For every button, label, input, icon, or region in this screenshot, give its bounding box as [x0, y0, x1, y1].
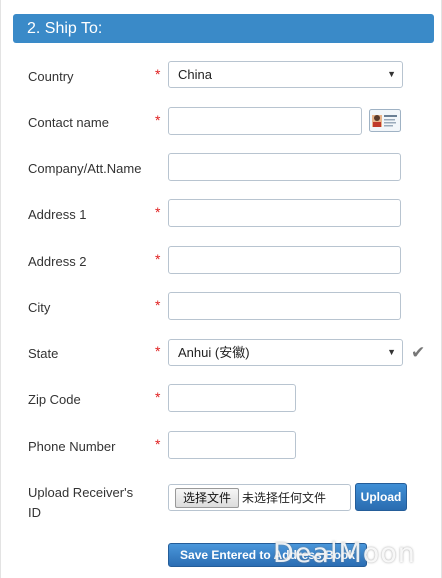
- chevron-down-icon: ▼: [387, 347, 396, 357]
- required-marker: *: [155, 297, 161, 313]
- file-input[interactable]: 选择文件 未选择任何文件: [168, 484, 351, 511]
- city-input[interactable]: [168, 292, 401, 320]
- country-label: Country: [28, 69, 74, 84]
- contact-card-icon[interactable]: [369, 109, 401, 132]
- section-title: 2. Ship To:: [27, 20, 103, 37]
- phone-input[interactable]: [168, 431, 296, 459]
- address1-input[interactable]: [168, 199, 401, 227]
- choose-file-button[interactable]: 选择文件: [175, 488, 240, 508]
- address1-label: Address 1: [28, 207, 87, 222]
- company-input[interactable]: [168, 153, 401, 181]
- upload-label-line2: ID: [28, 505, 41, 520]
- phone-label: Phone Number: [28, 439, 116, 454]
- checkmark-icon: ✔: [411, 343, 426, 362]
- country-value: China: [178, 67, 212, 82]
- upload-label-line1: Upload Receiver's: [28, 485, 134, 500]
- zip-label: Zip Code: [28, 392, 81, 407]
- chevron-down-icon: ▼: [387, 69, 396, 79]
- section-header: 2. Ship To:: [13, 14, 434, 43]
- watermark: DealMoon: [273, 538, 416, 569]
- state-label: State: [28, 346, 59, 361]
- address2-input[interactable]: [168, 246, 401, 274]
- required-marker: *: [155, 251, 161, 267]
- required-marker: *: [155, 112, 161, 128]
- country-select[interactable]: China ▼: [168, 61, 403, 88]
- required-marker: *: [155, 66, 161, 82]
- city-label: City: [28, 300, 51, 315]
- required-marker: *: [155, 204, 161, 220]
- contact-name-input[interactable]: [168, 107, 362, 135]
- company-label: Company/Att.Name: [28, 161, 142, 176]
- file-status: 未选择任何文件: [242, 491, 327, 505]
- address2-label: Address 2: [28, 254, 87, 269]
- required-marker: *: [155, 389, 161, 405]
- contact-name-label: Contact name: [28, 115, 109, 130]
- zip-input[interactable]: [168, 384, 296, 412]
- state-value: Anhui (安徽): [178, 345, 250, 360]
- required-marker: *: [155, 343, 161, 359]
- ship-to-panel: 2. Ship To: Country * China ▼ Contact na…: [0, 0, 442, 578]
- required-marker: *: [155, 436, 161, 452]
- upload-button[interactable]: Upload: [355, 483, 407, 511]
- state-select[interactable]: Anhui (安徽) ▼: [168, 339, 403, 366]
